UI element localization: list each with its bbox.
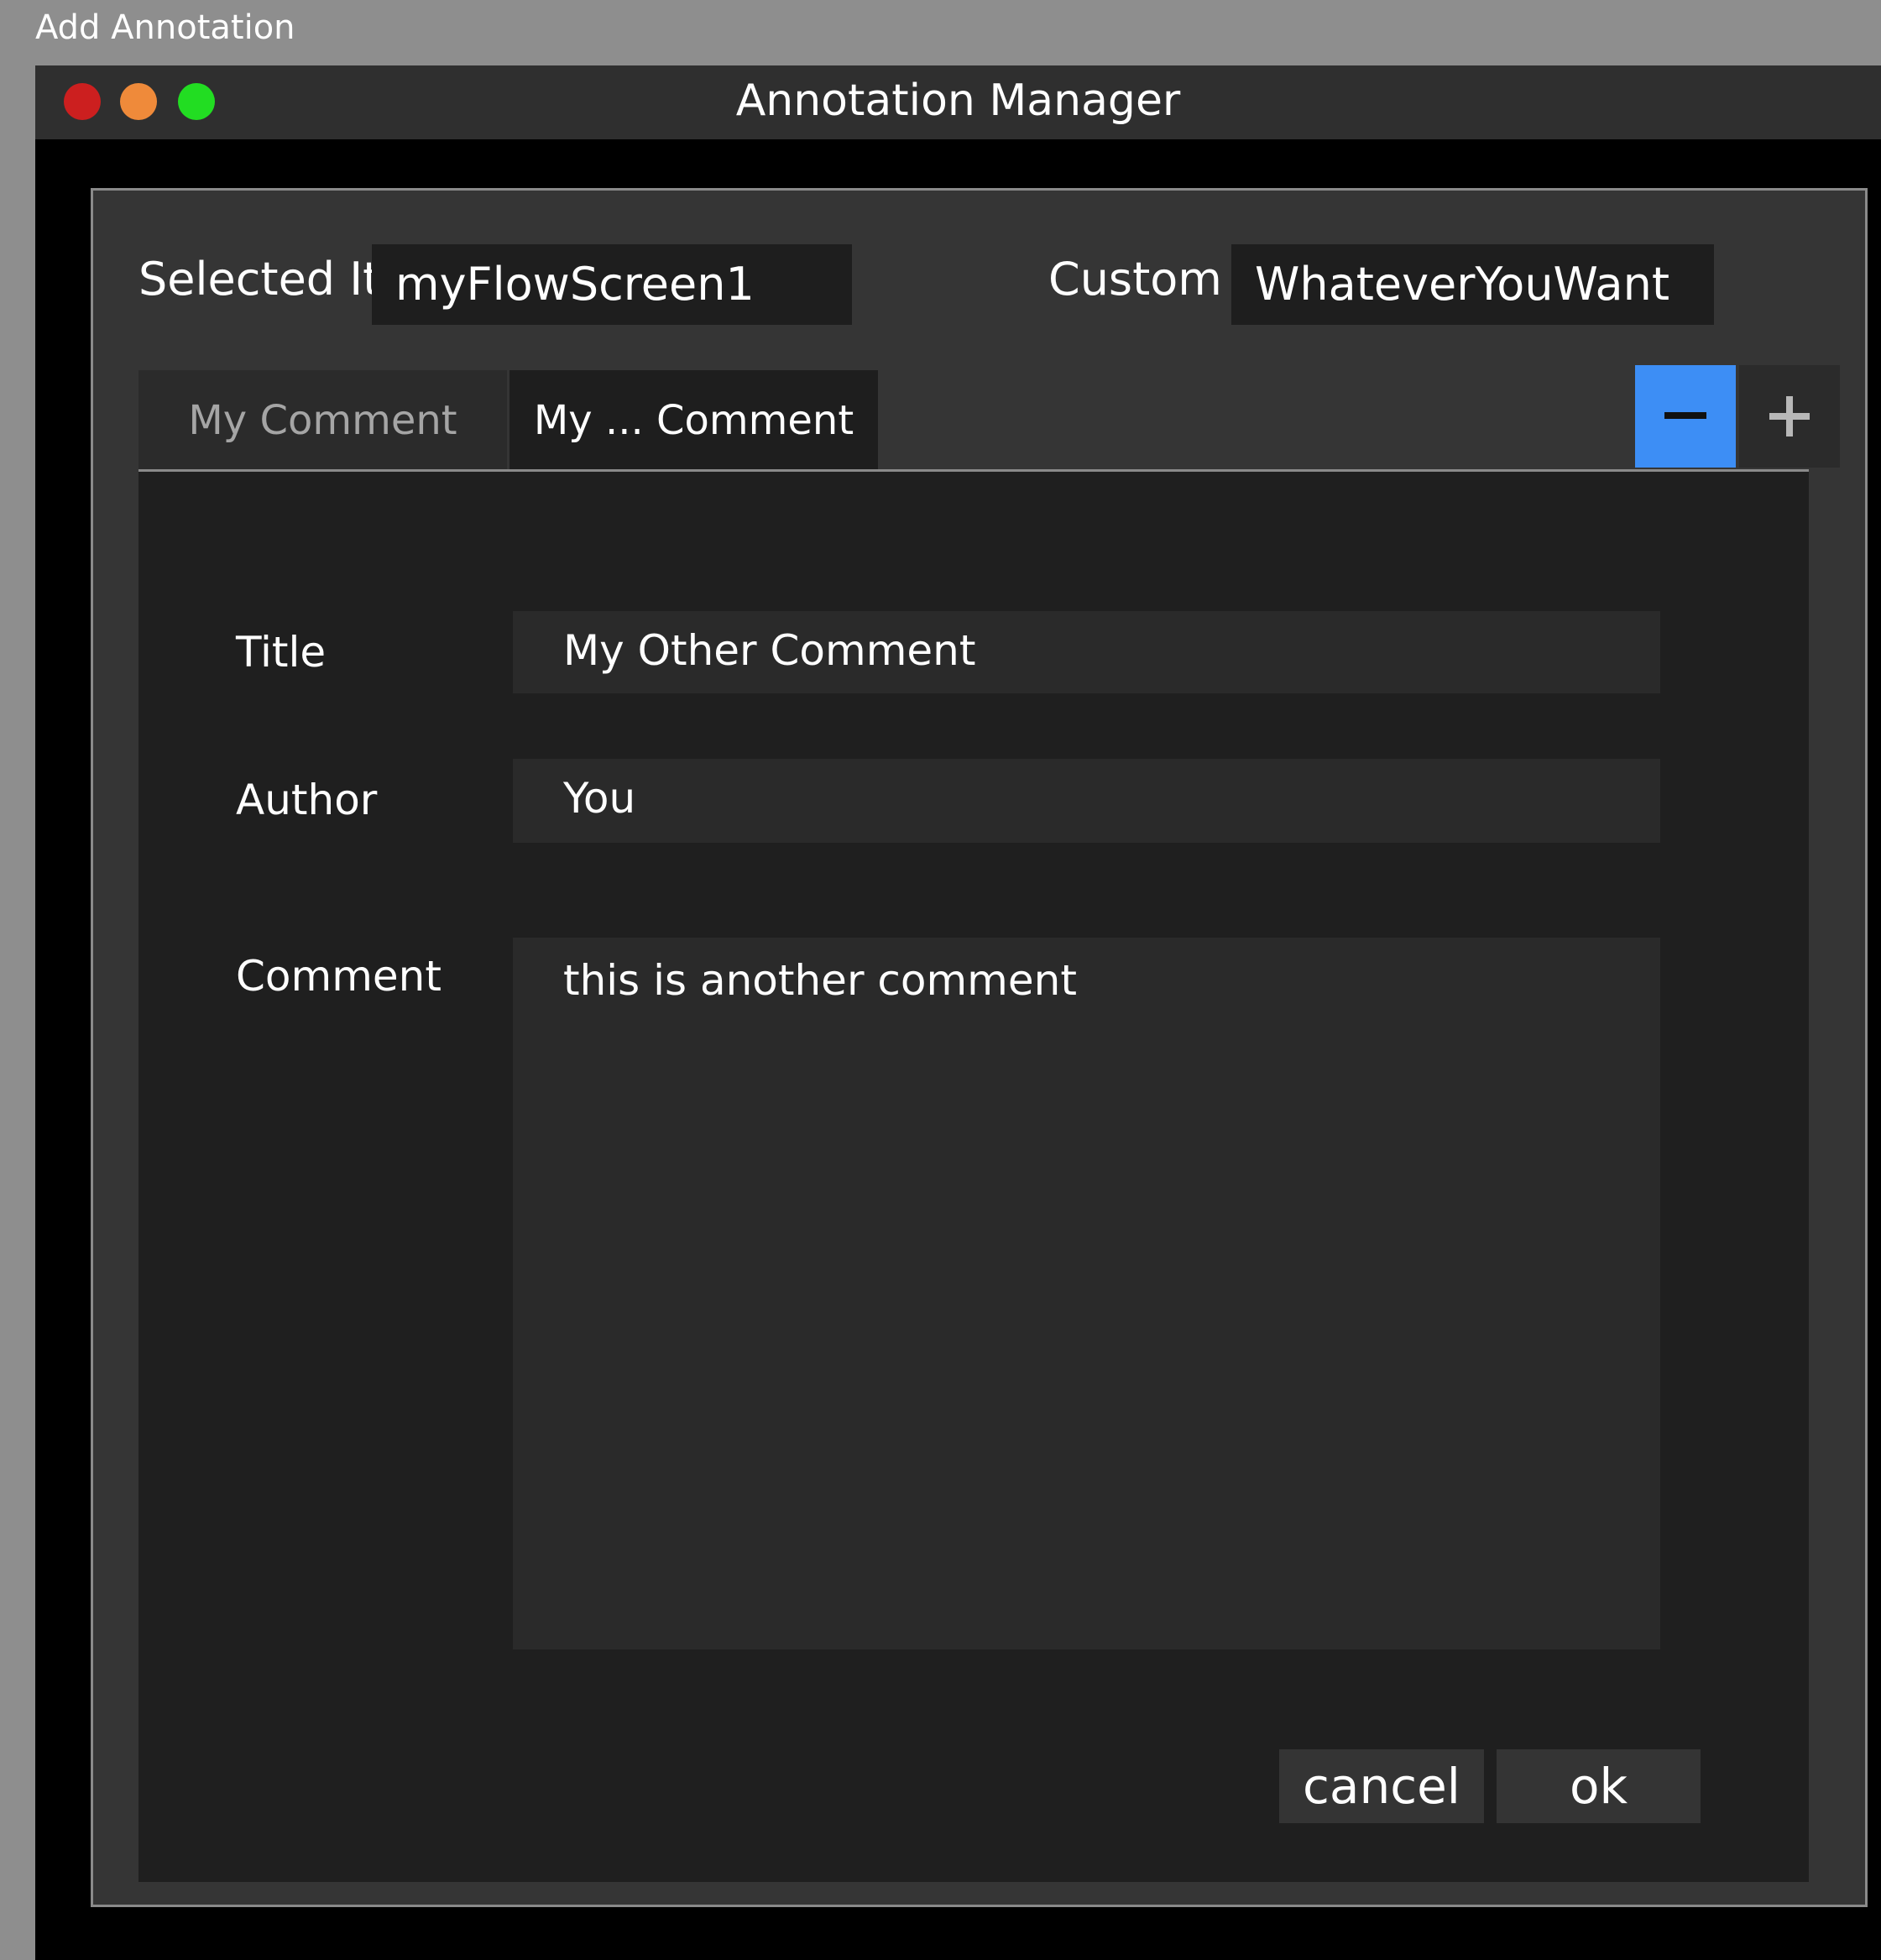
- window-caption: Add Annotation: [35, 8, 295, 47]
- comment-textarea[interactable]: this is another comment: [513, 938, 1660, 1649]
- comment-panel: Title My Other Comment Author You Commen…: [138, 472, 1809, 1882]
- window-title: Annotation Manager: [735, 76, 1181, 126]
- minus-icon: [1664, 412, 1706, 419]
- annotation-dialog: Selected Item myFlowScreen1 Custom ID Wh…: [91, 188, 1868, 1907]
- author-label: Author: [236, 776, 378, 824]
- remove-comment-button[interactable]: [1635, 365, 1736, 468]
- tab-my-other-comment[interactable]: My ... Comment: [509, 370, 878, 469]
- selected-item-field[interactable]: myFlowScreen1: [372, 244, 852, 325]
- title-input[interactable]: My Other Comment: [513, 611, 1660, 693]
- ok-button[interactable]: ok: [1497, 1749, 1701, 1823]
- author-input[interactable]: You: [513, 759, 1660, 843]
- tab-my-comment[interactable]: My Comment: [138, 370, 507, 469]
- comment-label: Comment: [236, 952, 442, 1001]
- title-bar: Annotation Manager: [35, 65, 1881, 139]
- cancel-button[interactable]: cancel: [1279, 1749, 1484, 1823]
- add-comment-button[interactable]: [1739, 365, 1840, 468]
- custom-id-field[interactable]: WhateverYouWant: [1231, 244, 1714, 325]
- annotation-manager-window: Annotation Manager Selected Item myFlowS…: [35, 65, 1881, 1960]
- title-label: Title: [236, 628, 327, 677]
